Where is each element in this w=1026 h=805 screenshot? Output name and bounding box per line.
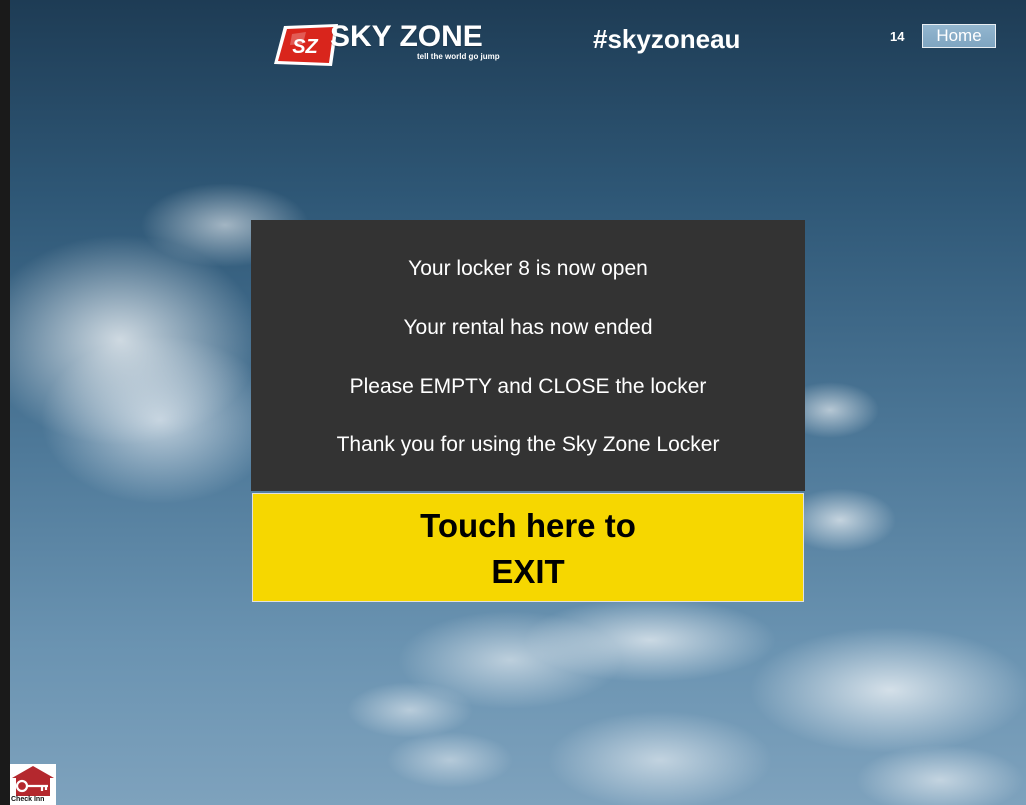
thank-you-message: Thank you for using the Sky Zone Locker: [336, 433, 720, 456]
kiosk-screen: SZ SKY ZONE tell the world go jump #skyz…: [0, 0, 1026, 805]
exit-button[interactable]: Touch here to EXIT: [252, 493, 804, 602]
rental-ended-message: Your rental has now ended: [403, 316, 653, 339]
logo-tagline: tell the world go jump: [417, 52, 500, 61]
session-counter: 14: [890, 29, 905, 44]
empty-close-instruction: Please EMPTY and CLOSE the locker: [349, 375, 707, 398]
left-edge-bar: [0, 0, 10, 805]
exit-button-line-2: EXIT: [491, 553, 565, 590]
check-inn-label: Check Inn: [11, 796, 45, 803]
home-button[interactable]: Home: [922, 24, 996, 48]
exit-button-line-1: Touch here to: [420, 507, 636, 544]
check-inn-button[interactable]: Check Inn: [10, 764, 56, 805]
locker-open-message: Your locker 8 is now open: [408, 257, 648, 280]
locker-message-panel: Your locker 8 is now open Your rental ha…: [251, 220, 805, 491]
hashtag-label: #skyzoneau: [593, 24, 741, 54]
sky-zone-logo: SZ SKY ZONE tell the world go jump: [272, 22, 534, 68]
logo-brand-name: SKY ZONE: [330, 20, 483, 53]
logo-badge-text: SZ: [292, 36, 318, 58]
